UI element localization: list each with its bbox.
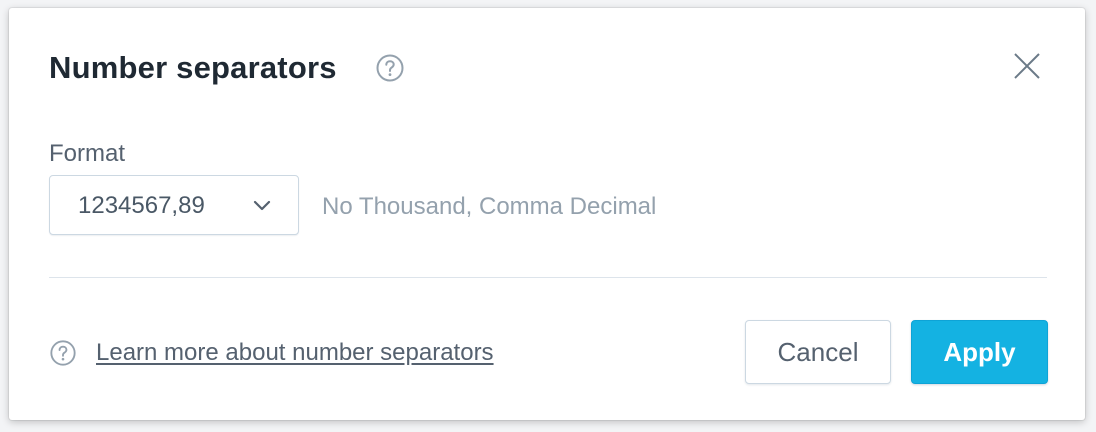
format-description: No Thousand, Comma Decimal [322, 193, 657, 220]
format-label: Format [49, 140, 126, 167]
close-icon[interactable] [1009, 48, 1045, 84]
apply-button[interactable]: Apply [911, 320, 1048, 384]
chevron-down-icon [253, 200, 271, 211]
divider [49, 277, 1047, 278]
question-circle-icon [50, 340, 76, 366]
number-separators-dialog: Number separators Format 1234567,89 No T… [9, 8, 1085, 420]
screen-background: Number separators Format 1234567,89 No T… [0, 0, 1096, 432]
learn-more-link[interactable]: Learn more about number separators [96, 339, 494, 367]
format-selected-value: 1234567,89 [78, 192, 205, 219]
cancel-button[interactable]: Cancel [745, 320, 891, 384]
dialog-title: Number separators [49, 50, 337, 85]
format-dropdown[interactable]: 1234567,89 [49, 175, 299, 235]
question-circle-icon[interactable] [375, 53, 405, 83]
